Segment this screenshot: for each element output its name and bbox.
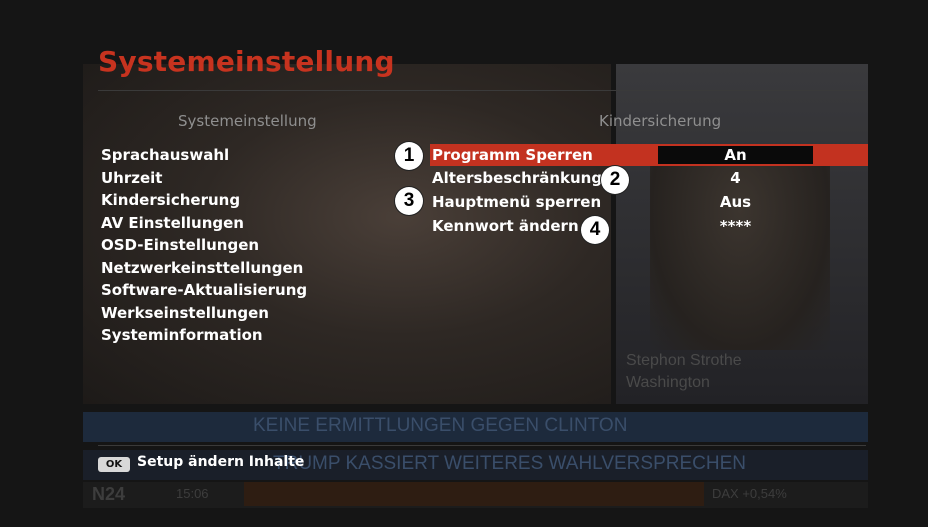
title-divider: [98, 90, 866, 91]
menu-item-netzwerk[interactable]: Netzwerkeinsttellungen: [101, 257, 307, 280]
settings-overlay: Systemeinstellung Systemeinstellung Kind…: [0, 0, 928, 527]
menu-item-software-aktualisierung[interactable]: Software-Aktualisierung: [101, 279, 307, 302]
settings-menu: Sprachauswahl Uhrzeit Kindersicherung AV…: [101, 144, 307, 347]
menu-item-sprachauswahl[interactable]: Sprachauswahl: [101, 144, 307, 167]
callout-badge-1: 1: [395, 142, 423, 170]
help-text: Setup ändern Inhalte: [137, 454, 305, 470]
menu-item-systeminformation[interactable]: Systeminformation: [101, 324, 307, 347]
menu-item-osd-einstellungen[interactable]: OSD-Einstellungen: [101, 234, 307, 257]
setting-value[interactable]: ****: [658, 215, 813, 237]
left-column-header: Systemeinstellung: [178, 112, 317, 130]
setting-label: Hauptmenü sperren: [432, 193, 602, 211]
callout-badge-2: 2: [601, 166, 629, 194]
setting-row-programm-sperren[interactable]: Programm Sperren An: [430, 144, 868, 166]
callout-badge-3: 3: [395, 187, 423, 215]
callout-badge-4: 4: [581, 216, 609, 244]
menu-item-uhrzeit[interactable]: Uhrzeit: [101, 167, 307, 190]
setting-row-hauptmenue-sperren[interactable]: Hauptmenü sperren Aus: [430, 191, 868, 213]
setting-row-kennwort-aendern[interactable]: Kennwort ändern ****: [430, 215, 868, 237]
help-divider: [98, 445, 866, 446]
setting-label: Altersbeschränkung: [432, 169, 603, 187]
setting-label: Kennwort ändern: [432, 217, 579, 235]
menu-item-av-einstellungen[interactable]: AV Einstellungen: [101, 212, 307, 235]
setting-value[interactable]: An: [658, 146, 813, 164]
ok-key-icon: OK: [98, 457, 130, 472]
menu-item-kindersicherung[interactable]: Kindersicherung: [101, 189, 307, 212]
setting-value[interactable]: 4: [658, 167, 813, 189]
right-column-header: Kindersicherung: [599, 112, 722, 130]
menu-item-werkseinstellungen[interactable]: Werkseinstellungen: [101, 302, 307, 325]
page-title: Systemeinstellung: [98, 45, 395, 78]
setting-label: Programm Sperren: [432, 146, 593, 164]
setting-row-altersbeschraenkung[interactable]: Altersbeschränkung 4: [430, 167, 868, 189]
setting-value[interactable]: Aus: [658, 191, 813, 213]
